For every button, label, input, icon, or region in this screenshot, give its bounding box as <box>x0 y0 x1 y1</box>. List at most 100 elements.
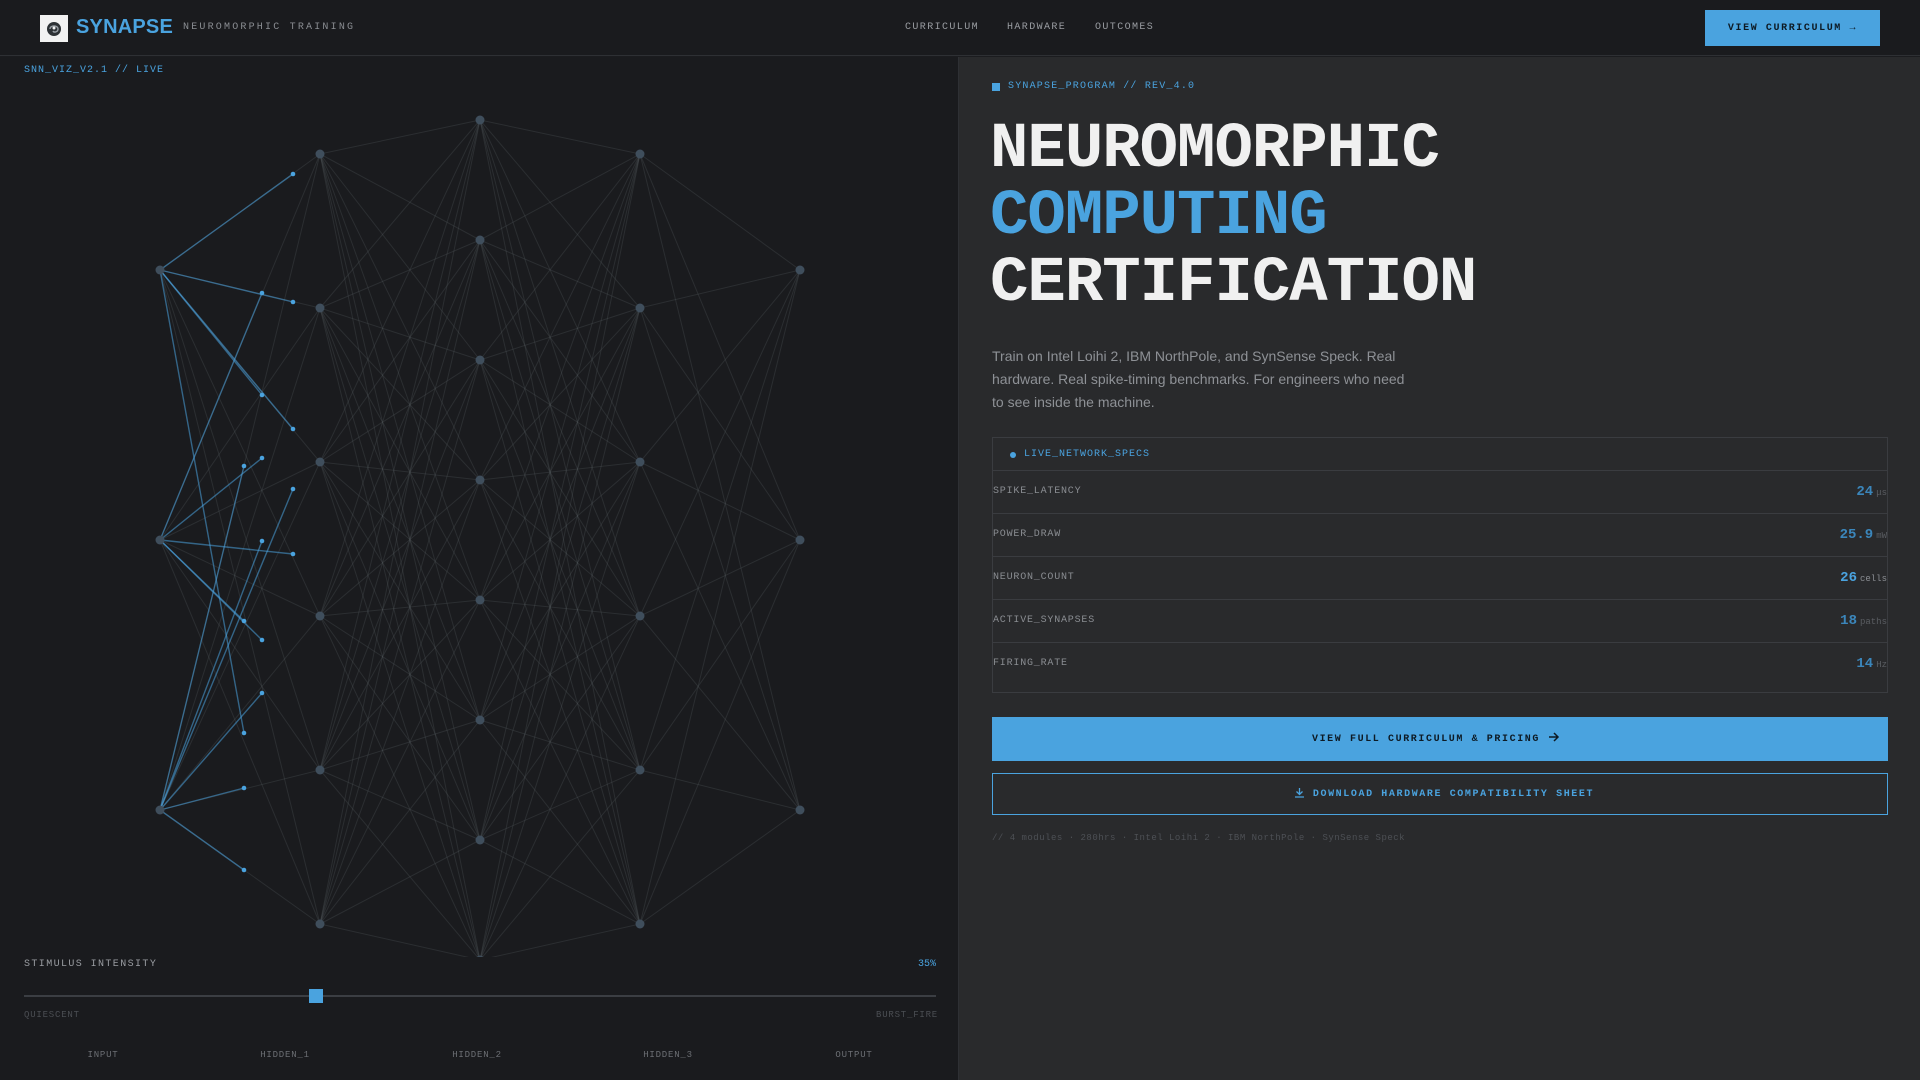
brand-name[interactable]: SYNAPSE <box>76 16 173 39</box>
spike-pulse[interactable] <box>241 785 247 791</box>
spec-name: ACTIVE_SYNAPSES <box>993 615 1096 626</box>
primary-button-label: VIEW FULL CURRICULUM & PRICING <box>1311 733 1541 745</box>
neuron-node[interactable] <box>315 919 325 929</box>
layer-label-hidden-3: HIDDEN_3 <box>643 1050 693 1060</box>
hero-title-line-2: COMPUTING <box>990 181 1328 253</box>
synapse-line <box>479 461 641 601</box>
neuron-node[interactable] <box>475 835 485 845</box>
spec-value: 18 paths <box>1840 611 1887 629</box>
spike-pulse[interactable] <box>259 455 265 461</box>
spike-pulse[interactable] <box>290 171 296 177</box>
synapse-line <box>639 461 801 811</box>
spec-unit: μs <box>1876 488 1887 498</box>
neuron-node[interactable] <box>315 303 325 313</box>
spec-row-spike-latency: SPIKE_LATENCY 24 μs <box>993 471 1887 514</box>
spike-pulse[interactable] <box>259 538 265 544</box>
view-full-curriculum-button[interactable]: VIEW FULL CURRICULUM & PRICING <box>992 717 1888 761</box>
spike-pulse[interactable] <box>241 867 247 873</box>
synapse-line <box>639 269 801 617</box>
synapse-line <box>479 599 641 617</box>
synapse-line <box>480 615 641 957</box>
secondary-button-label: DOWNLOAD HARDWARE COMPATIBILITY SHEET <box>1312 788 1595 800</box>
nav-link-hardware[interactable]: HARDWARE <box>1007 22 1066 33</box>
synapse-line <box>319 153 481 601</box>
synapse-line <box>479 119 641 617</box>
stimulus-slider-thumb[interactable] <box>308 989 323 1003</box>
spec-name: NEURON_COUNT <box>993 572 1075 583</box>
neuron-node[interactable] <box>475 115 485 125</box>
spike-pulse[interactable] <box>241 618 247 624</box>
slider-min-label: QUIESCENT <box>24 1010 80 1020</box>
neuron-node[interactable] <box>635 457 645 467</box>
synapse-line <box>479 239 641 771</box>
neuron-node[interactable] <box>635 765 645 775</box>
neuron-node[interactable] <box>315 765 325 775</box>
spike-pulse[interactable] <box>259 290 265 296</box>
synapse-line <box>480 307 641 957</box>
viz-version-label: SNN_VIZ_V2.1 // LIVE <box>24 65 165 76</box>
neuron-node[interactable] <box>475 715 485 725</box>
spike-pulse[interactable] <box>241 463 247 469</box>
spec-value: 24 μs <box>1856 482 1887 500</box>
spec-row-active-synapses: ACTIVE_SYNAPSES 18 paths <box>993 600 1887 643</box>
synapse-line <box>639 769 801 811</box>
synapse-line <box>319 119 481 617</box>
spec-number: 26 <box>1840 570 1857 586</box>
spec-name: SPIKE_LATENCY <box>993 486 1082 497</box>
neuron-node[interactable] <box>795 805 805 815</box>
neuron-node[interactable] <box>475 355 485 365</box>
stimulus-slider-track[interactable] <box>24 995 936 997</box>
neuron-node[interactable] <box>635 149 645 159</box>
spike-pulse[interactable] <box>290 426 296 432</box>
neuron-node[interactable] <box>635 611 645 621</box>
synapse-line <box>319 119 481 309</box>
spike-pulse[interactable] <box>290 299 296 305</box>
synapse-line <box>319 479 481 925</box>
neuron-node[interactable] <box>315 457 325 467</box>
synapse-line <box>479 153 641 601</box>
neuron-node[interactable] <box>475 235 485 245</box>
synapse-line <box>479 153 641 481</box>
synapse-line <box>319 615 480 957</box>
neuron-node[interactable] <box>315 149 325 159</box>
nav-link-curriculum[interactable]: CURRICULUM <box>905 22 979 33</box>
synapse-line <box>319 307 480 957</box>
neuron-node[interactable] <box>475 595 485 605</box>
active-spike-path <box>159 269 294 303</box>
synapse-line <box>319 239 481 771</box>
hero-title-line-1: NEUROMORPHIC <box>990 114 1440 186</box>
nav-link-outcomes[interactable]: OUTCOMES <box>1095 22 1154 33</box>
spike-pulse[interactable] <box>241 730 247 736</box>
spike-pulse[interactable] <box>259 690 265 696</box>
active-spike-path <box>159 539 245 622</box>
neuron-node[interactable] <box>155 265 165 275</box>
program-eyebrow: SYNAPSE_PROGRAM // REV_4.0 <box>992 81 1195 92</box>
synapse-line <box>479 479 641 925</box>
synapse-line <box>319 599 481 617</box>
synapse-line <box>479 461 641 841</box>
neuron-node[interactable] <box>155 805 165 815</box>
spec-name: FIRING_RATE <box>993 658 1068 669</box>
neural-network-graph[interactable] <box>0 57 958 957</box>
spec-value: 25.9 mW <box>1840 525 1887 543</box>
spike-pulse[interactable] <box>290 551 296 557</box>
spike-pulse[interactable] <box>259 637 265 643</box>
neuron-node[interactable] <box>795 535 805 545</box>
slider-max-label: BURST_FIRE <box>876 1010 939 1020</box>
layer-label-output: OUTPUT <box>835 1050 873 1060</box>
spec-row-firing-rate: FIRING_RATE 14 Hz <box>993 643 1887 686</box>
spec-row-power-draw: POWER_DRAW 25.9 mW <box>993 514 1887 557</box>
synapse-line <box>319 839 481 925</box>
neuron-node[interactable] <box>315 611 325 621</box>
specs-header: LIVE_NETWORK_SPECS <box>993 438 1887 471</box>
neuron-node[interactable] <box>475 475 485 485</box>
brain-icon[interactable] <box>40 15 68 42</box>
neuron-node[interactable] <box>635 303 645 313</box>
active-spike-path <box>159 809 245 871</box>
neuron-node[interactable] <box>795 265 805 275</box>
download-compatibility-sheet-button[interactable]: DOWNLOAD HARDWARE COMPATIBILITY SHEET <box>992 773 1888 815</box>
spike-pulse[interactable] <box>290 486 296 492</box>
neuron-node[interactable] <box>155 535 165 545</box>
neuron-node[interactable] <box>635 919 645 929</box>
view-curriculum-button[interactable]: VIEW CURRICULUM → <box>1705 10 1880 46</box>
